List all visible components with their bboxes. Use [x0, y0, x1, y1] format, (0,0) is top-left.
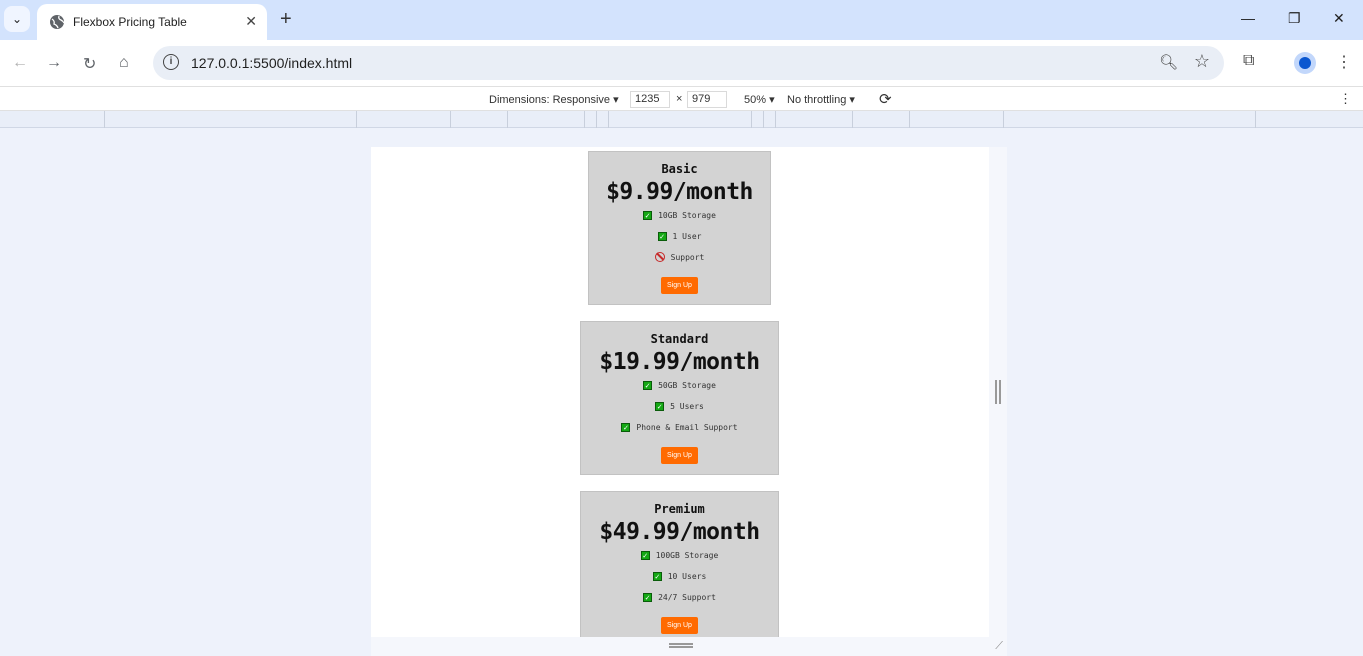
- check-icon: ✓: [643, 381, 653, 390]
- feature-item: ✓ Phone & Email Support: [581, 421, 778, 442]
- kebab-icon[interactable]: ⋮: [1336, 52, 1352, 72]
- width-input[interactable]: 1235: [630, 91, 670, 108]
- globe-icon: [50, 15, 65, 29]
- sign-up-button[interactable]: Sign Up: [661, 617, 698, 634]
- plan-price: $9.99/month: [606, 179, 753, 205]
- check-icon: ✓: [643, 211, 653, 220]
- plus-icon[interactable]: +: [280, 9, 292, 29]
- url-text[interactable]: 127.0.0.1:5500/index.html: [191, 55, 352, 71]
- home-icon[interactable]: ⌂: [119, 54, 129, 72]
- zoom-label: 50%: [744, 94, 767, 106]
- tab-strip: ⌄ Flexbox Pricing Table ✕ + — ❐ ✕: [0, 0, 1363, 40]
- feature-item: Support: [589, 251, 770, 272]
- height-input[interactable]: 979: [687, 91, 727, 108]
- pricing-card-premium: Premium $49.99/month ✓ 100GB Storage ✓ 10 …: [580, 491, 779, 637]
- address-bar[interactable]: i 127.0.0.1:5500/index.html 🔍︎ ☆: [153, 46, 1224, 80]
- check-icon: ✓: [643, 593, 653, 602]
- star-icon[interactable]: ☆: [1194, 51, 1210, 72]
- zoom-select[interactable]: 50% ▾: [744, 93, 775, 106]
- restore-icon[interactable]: ❐: [1288, 10, 1301, 27]
- arrow-right-icon[interactable]: →: [46, 54, 62, 72]
- browser-tab[interactable]: Flexbox Pricing Table ✕: [37, 4, 267, 40]
- dimensions-label: Dimensions: Responsive: [489, 94, 611, 106]
- plan-name: Standard: [650, 332, 709, 346]
- resize-handle-right[interactable]: [989, 147, 1007, 637]
- info-icon[interactable]: i: [163, 54, 179, 70]
- check-icon: ✓: [655, 402, 665, 411]
- sign-up-button[interactable]: Sign Up: [661, 277, 698, 294]
- chevron-down-icon[interactable]: ⌄: [4, 6, 30, 32]
- check-icon: ✓: [640, 551, 650, 560]
- media-query-bar[interactable]: [0, 111, 1363, 128]
- device-toolbar: Dimensions: Responsive ▾ 1235 × 979 50% …: [0, 86, 1363, 111]
- pricing-card-basic: Basic $9.99/month ✓ 10GB Storage ✓ 1 User …: [588, 151, 771, 305]
- close-window-icon[interactable]: ✕: [1333, 10, 1345, 27]
- plan-name: Basic: [661, 162, 698, 176]
- feature-text: 50GB Storage: [658, 381, 716, 390]
- feature-item: ✓ 1 User: [589, 230, 770, 251]
- prohibited-icon: [654, 252, 665, 262]
- minimize-icon[interactable]: —: [1241, 10, 1255, 26]
- feature-item: ✓ 5 Users: [581, 400, 778, 421]
- feature-text: 10GB Storage: [658, 211, 716, 220]
- resize-corner-icon[interactable]: ⟋: [995, 640, 1003, 653]
- plan-price: $49.99/month: [599, 519, 760, 545]
- pricing-card-standard: Standard $19.99/month ✓ 50GB Storage ✓ 5 U…: [580, 321, 779, 475]
- puzzle-icon[interactable]: ⧉: [1243, 52, 1254, 70]
- feature-text: 100GB Storage: [655, 551, 719, 560]
- feature-list: ✓ 50GB Storage ✓ 5 Users ✓ Phone & Email Su…: [581, 379, 778, 442]
- check-icon: ✓: [621, 423, 631, 432]
- check-icon: ✓: [657, 232, 667, 241]
- feature-item: ✓ 100GB Storage: [581, 549, 778, 570]
- feature-item: ✓ 10GB Storage: [589, 209, 770, 230]
- plan-price: $19.99/month: [599, 349, 760, 375]
- arrow-left-icon[interactable]: ←: [12, 54, 28, 72]
- reload-icon[interactable]: ↻: [83, 54, 96, 74]
- dimensions-select[interactable]: Dimensions: Responsive ▾: [489, 93, 619, 106]
- profile-avatar[interactable]: [1294, 52, 1316, 74]
- browser-toolbar: ← → ↻ ⌂ i 127.0.0.1:5500/index.html 🔍︎ ☆…: [0, 40, 1363, 86]
- page-viewport: Basic $9.99/month ✓ 10GB Storage ✓ 1 User …: [371, 147, 989, 637]
- feature-item: ✓ 10 Users: [581, 570, 778, 591]
- magnifier-icon[interactable]: 🔍︎: [1159, 53, 1178, 71]
- close-icon[interactable]: ✕: [245, 13, 257, 30]
- kebab-icon[interactable]: ⋮: [1339, 91, 1352, 107]
- sign-up-button[interactable]: Sign Up: [661, 447, 698, 464]
- feature-list: ✓ 100GB Storage ✓ 10 Users ✓ 24/7 Support: [581, 549, 778, 612]
- throttling-label: No throttling: [787, 94, 847, 106]
- feature-list: ✓ 10GB Storage ✓ 1 User Support: [589, 209, 770, 272]
- resize-handle-bottom[interactable]: ⟋: [371, 637, 1007, 656]
- feature-text: 5 Users: [670, 402, 704, 411]
- feature-item: ✓ 50GB Storage: [581, 379, 778, 400]
- feature-text: Support: [670, 253, 705, 262]
- times-sign: ×: [676, 93, 683, 105]
- feature-item: ✓ 24/7 Support: [581, 591, 778, 612]
- rotate-icon[interactable]: ⟳: [879, 90, 892, 108]
- check-icon: ✓: [652, 572, 662, 581]
- plan-name: Premium: [654, 502, 705, 516]
- throttling-select[interactable]: No throttling ▾: [787, 93, 855, 106]
- feature-text: 10 Users: [667, 572, 707, 581]
- feature-text: 1 User: [672, 232, 702, 241]
- feature-text: Phone & Email Support: [636, 423, 738, 432]
- tab-title: Flexbox Pricing Table: [73, 15, 187, 29]
- feature-text: 24/7 Support: [658, 593, 716, 602]
